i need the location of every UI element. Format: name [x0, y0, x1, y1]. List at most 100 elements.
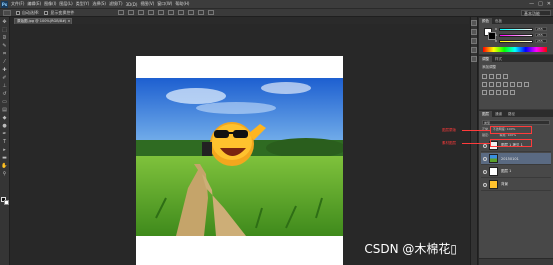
transform-controls-checkbox[interactable] [44, 10, 49, 15]
document-canvas[interactable] [136, 56, 343, 265]
healing-brush-tool-icon[interactable]: ✚ [1, 66, 8, 73]
layer-thumbnail [489, 154, 498, 163]
menu-3d[interactable]: 3D(D) [126, 2, 138, 7]
move-tool-preset-icon[interactable] [3, 9, 11, 16]
annotation-source-layer: 素材图层 [442, 141, 456, 145]
align-bottom-icon[interactable] [138, 10, 144, 15]
layers-panel-tabs: 图层 通道 路径 [479, 110, 553, 117]
slider-r[interactable] [499, 28, 533, 31]
distribute-icon[interactable] [178, 10, 184, 15]
eyedropper-tool-icon[interactable]: ⁄ [1, 58, 8, 65]
shape-tool-icon[interactable]: ▬ [1, 154, 8, 161]
slider-r-value[interactable]: 255 [535, 27, 547, 31]
layer-kind-filter[interactable]: 类型 [482, 120, 550, 125]
3d-mode-icon[interactable] [208, 10, 214, 15]
minimize-icon[interactable]: — [529, 1, 534, 7]
menu-image[interactable]: 图像(I) [44, 1, 56, 7]
auto-select-option[interactable]: 自动选择: [16, 10, 39, 16]
watermark-text: CSDN @木棉花▯ [364, 242, 457, 256]
color-lookup-icon[interactable] [524, 82, 529, 87]
gradient-tool-icon[interactable]: ▤ [1, 106, 8, 113]
info-panel-icon[interactable] [471, 38, 477, 44]
menu-view[interactable]: 视图(V) [140, 1, 154, 7]
align-middle-icon[interactable] [128, 10, 134, 15]
menu-edit[interactable]: 编辑(E) [27, 1, 41, 7]
threshold-icon[interactable] [496, 90, 501, 95]
annotation-arrow-1 [462, 130, 490, 131]
layer-row[interactable]: 图层 1 [481, 166, 551, 178]
slider-g-value[interactable]: 255 [535, 33, 547, 37]
distribute-h-icon[interactable] [188, 10, 194, 15]
type-tool-icon[interactable]: T [1, 138, 8, 145]
stamp-tool-icon[interactable]: ⊥ [1, 82, 8, 89]
posterize-icon[interactable] [489, 90, 494, 95]
brush-tool-icon[interactable]: ✐ [1, 74, 8, 81]
align-top-icon[interactable] [118, 10, 124, 15]
lasso-tool-icon[interactable]: ᘐ [1, 34, 8, 41]
color-panel: R 255 G 255 B 255 [479, 24, 553, 54]
slider-r-label: R [495, 27, 498, 31]
black-white-icon[interactable] [503, 82, 508, 87]
history-panel-icon[interactable] [471, 20, 477, 26]
menu-file[interactable]: 文件(F) [11, 1, 24, 7]
hue-saturation-icon[interactable] [489, 82, 494, 87]
move-tool-icon[interactable]: ✥ [1, 18, 8, 25]
slider-b[interactable] [499, 40, 533, 43]
menu-help[interactable]: 帮助(H) [175, 1, 189, 7]
invert-icon[interactable] [482, 90, 487, 95]
workspace-select[interactable]: 基本功能 [521, 10, 551, 16]
path-select-tool-icon[interactable]: ▸ [1, 146, 8, 153]
brush-panel-icon[interactable] [471, 47, 477, 53]
close-icon[interactable]: ✕ [547, 1, 551, 7]
channel-mixer-icon[interactable] [517, 82, 522, 87]
align-left-icon[interactable] [148, 10, 154, 15]
character-panel-icon[interactable] [471, 56, 477, 62]
visibility-eye-icon[interactable] [483, 182, 487, 187]
layer-thumbnail [489, 180, 498, 189]
eraser-tool-icon[interactable]: ▭ [1, 98, 8, 105]
levels-icon[interactable] [489, 74, 494, 79]
layer-row-selected[interactable]: 20150101 [481, 153, 551, 165]
layer-name: 20150101 [501, 156, 519, 161]
menu-window[interactable]: 窗口(W) [157, 1, 172, 7]
curves-icon[interactable] [496, 74, 501, 79]
blur-tool-icon[interactable]: ◆ [1, 114, 8, 121]
gradient-map-icon[interactable] [510, 90, 515, 95]
align-right-icon[interactable] [168, 10, 174, 15]
menu-bar: Ps 文件(F) 编辑(E) 图像(I) 图层(L) 类型(Y) 选择(S) 滤… [0, 0, 553, 8]
photo-filter-icon[interactable] [510, 82, 515, 87]
align-center-icon[interactable] [158, 10, 164, 15]
vibrance-icon[interactable] [482, 82, 487, 87]
color-spectrum-bar[interactable] [483, 47, 547, 52]
adjustments-panel: 添加调整 [479, 62, 553, 109]
menu-filter[interactable]: 滤镜(T) [109, 1, 123, 7]
visibility-eye-icon[interactable] [483, 143, 487, 148]
exposure-icon[interactable] [503, 74, 508, 79]
visibility-eye-icon[interactable] [483, 156, 487, 161]
maximize-icon[interactable]: □ [538, 1, 543, 7]
zoom-tool-icon[interactable]: ⚲ [1, 170, 8, 177]
dodge-tool-icon[interactable]: ● [1, 122, 8, 129]
transform-controls-option[interactable]: 显示变换控件 [44, 10, 74, 16]
hand-tool-icon[interactable]: ✋ [1, 162, 8, 169]
slider-g[interactable] [499, 34, 533, 37]
selective-color-icon[interactable] [503, 90, 508, 95]
history-brush-tool-icon[interactable]: ↺ [1, 90, 8, 97]
photoshop-logo: Ps [1, 0, 8, 8]
marquee-tool-icon[interactable]: ⬚ [1, 26, 8, 33]
visibility-eye-icon[interactable] [483, 169, 487, 174]
pen-tool-icon[interactable]: ✒ [1, 130, 8, 137]
background-color-swatch[interactable] [4, 200, 9, 205]
crop-tool-icon[interactable]: ⌗ [1, 50, 8, 57]
slider-b-value[interactable]: 255 [535, 39, 547, 43]
quick-select-tool-icon[interactable]: ✎ [1, 42, 8, 49]
menu-layer[interactable]: 图层(L) [59, 1, 72, 7]
color-balance-icon[interactable] [496, 82, 501, 87]
menu-select[interactable]: 选择(S) [92, 1, 106, 7]
distribute-v-icon[interactable] [198, 10, 204, 15]
properties-panel-icon[interactable] [471, 29, 477, 35]
auto-select-checkbox[interactable] [16, 10, 20, 15]
menu-type[interactable]: 类型(Y) [76, 1, 90, 7]
layer-row[interactable]: 背景 [481, 179, 551, 191]
brightness-icon[interactable] [482, 74, 487, 79]
